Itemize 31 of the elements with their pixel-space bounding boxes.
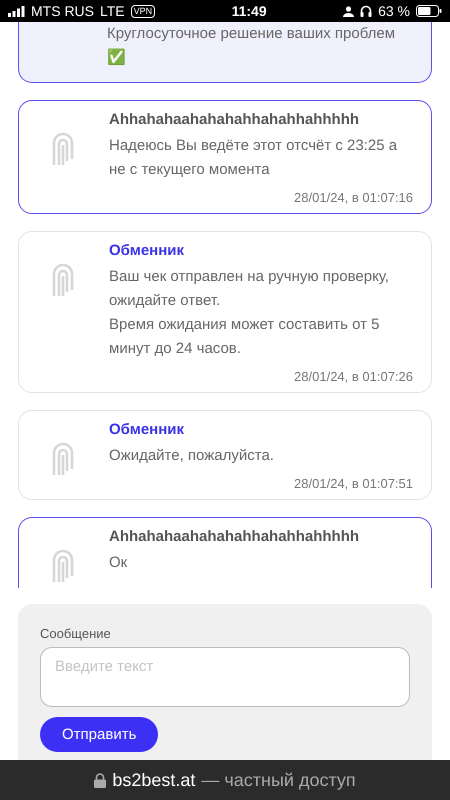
headphones-icon <box>360 5 372 17</box>
message-time: 28/01/24, в 01:07:26 <box>293 369 413 384</box>
network-type: LTE <box>100 3 125 19</box>
lock-icon <box>94 772 106 788</box>
message-text: Ваш чек отправлен на ручную проверку, ожидайте ответ. Время ожидания может составить от 5 минут до 24 часов. <box>109 267 390 359</box>
message-text: Ожидайте, пожалуйста. <box>109 446 275 466</box>
message-text: Круглосуточное решение ваших проблем ✅ <box>107 24 396 68</box>
carrier-name: MTS RUS <box>31 3 94 19</box>
message-text: Ок <box>109 553 128 573</box>
message-time: 28/01/24, в 01:07:51 <box>293 476 413 491</box>
send-button[interactable]: Отправить <box>40 717 158 752</box>
domain[interactable]: bs2best.at <box>112 770 196 790</box>
message-author: Обменник <box>109 242 186 259</box>
logo-icon <box>51 548 75 584</box>
logo-icon <box>51 131 75 167</box>
message-time: 28/01/24, в 01:07:16 <box>293 190 413 205</box>
message-text: Надеюсь Вы ведёте этот отсчёт с 23:25 а не с текущего момента <box>109 136 398 180</box>
field-label: Сообщение <box>40 626 112 641</box>
logo-icon <box>51 441 75 477</box>
vpn-badge: VPN <box>130 4 156 18</box>
access-note: — частный доступ <box>201 770 356 790</box>
logo-icon <box>51 262 75 298</box>
battery-icon <box>416 5 442 17</box>
message-author: Ahhahahaahahahahhahahhahhhhh <box>109 528 360 545</box>
message-field[interactable]: Введите текст <box>40 647 410 707</box>
message-author: Ahhahahaahahahahhahahhahhhhh <box>109 111 360 128</box>
clock: 11:49 <box>232 3 267 19</box>
battery-percent: 63 % <box>378 3 410 19</box>
message-author: Обменник <box>109 421 186 438</box>
signal-icon <box>8 6 25 16</box>
person-icon <box>343 6 354 16</box>
